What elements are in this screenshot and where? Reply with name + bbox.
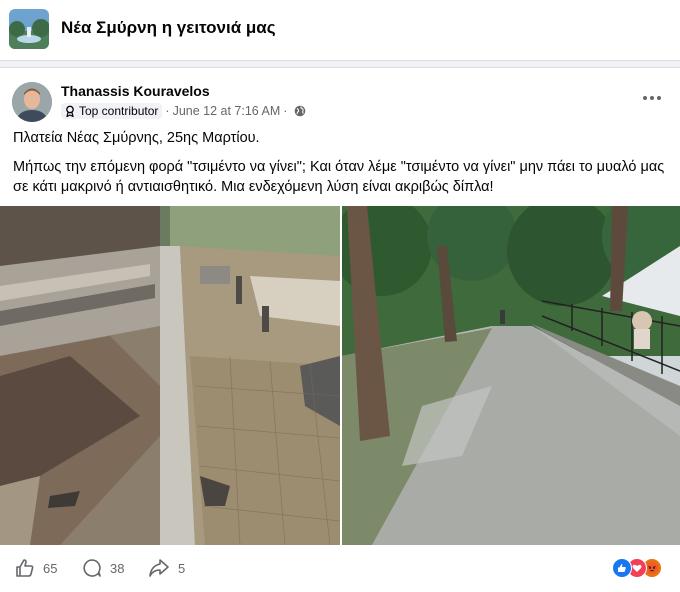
comment-button[interactable]: 38 xyxy=(82,557,124,579)
reactions-summary[interactable] xyxy=(612,558,668,578)
post-timestamp[interactable]: June 12 at 7:16 AM xyxy=(173,104,281,118)
post-meta: Top contributor · June 12 at 7:16 AM · xyxy=(61,101,306,121)
photo-concrete-tree-lined-path[interactable] xyxy=(342,206,680,545)
group-name[interactable]: Νέα Σμύρνη η γειτονιά μας xyxy=(61,18,276,38)
post-footer: 65 38 5 xyxy=(0,553,680,583)
author-name[interactable]: Thanassis Kouravelos xyxy=(61,83,210,99)
more-options-icon[interactable] xyxy=(638,88,666,108)
meta-separator: · xyxy=(165,104,170,118)
post-text-body: Μήπως την επόμενη φορά "τσιμέντο να γίνε… xyxy=(13,159,665,195)
like-count: 65 xyxy=(43,560,58,576)
post-text-location: Πλατεία Νέας Σμύρνης, 25ης Μαρτίου. xyxy=(13,130,260,146)
author-avatar[interactable] xyxy=(12,82,52,122)
meta-separator-2: · xyxy=(283,104,288,118)
globe-icon[interactable] xyxy=(294,105,306,117)
award-icon xyxy=(66,105,74,117)
share-button[interactable]: 5 xyxy=(148,557,185,579)
post-card: Thanassis Kouravelos Top contributor · J… xyxy=(0,67,680,592)
top-contributor-badge[interactable]: Top contributor xyxy=(61,103,163,119)
like-button[interactable]: 65 xyxy=(15,557,57,579)
thumbs-up-icon xyxy=(16,559,34,577)
group-header: Νέα Σμύρνη η γειτονιά μας xyxy=(0,0,680,61)
photo-grid xyxy=(0,206,680,545)
comment-count: 38 xyxy=(110,560,125,576)
like-icon xyxy=(612,558,632,578)
group-cover-thumbnail[interactable] xyxy=(9,9,49,49)
share-count: 5 xyxy=(178,560,186,576)
badge-label: Top contributor xyxy=(79,104,159,118)
share-arrow-icon xyxy=(149,559,169,577)
photo-damaged-tiled-pavement[interactable] xyxy=(0,206,340,545)
comment-bubble-icon xyxy=(83,559,101,577)
